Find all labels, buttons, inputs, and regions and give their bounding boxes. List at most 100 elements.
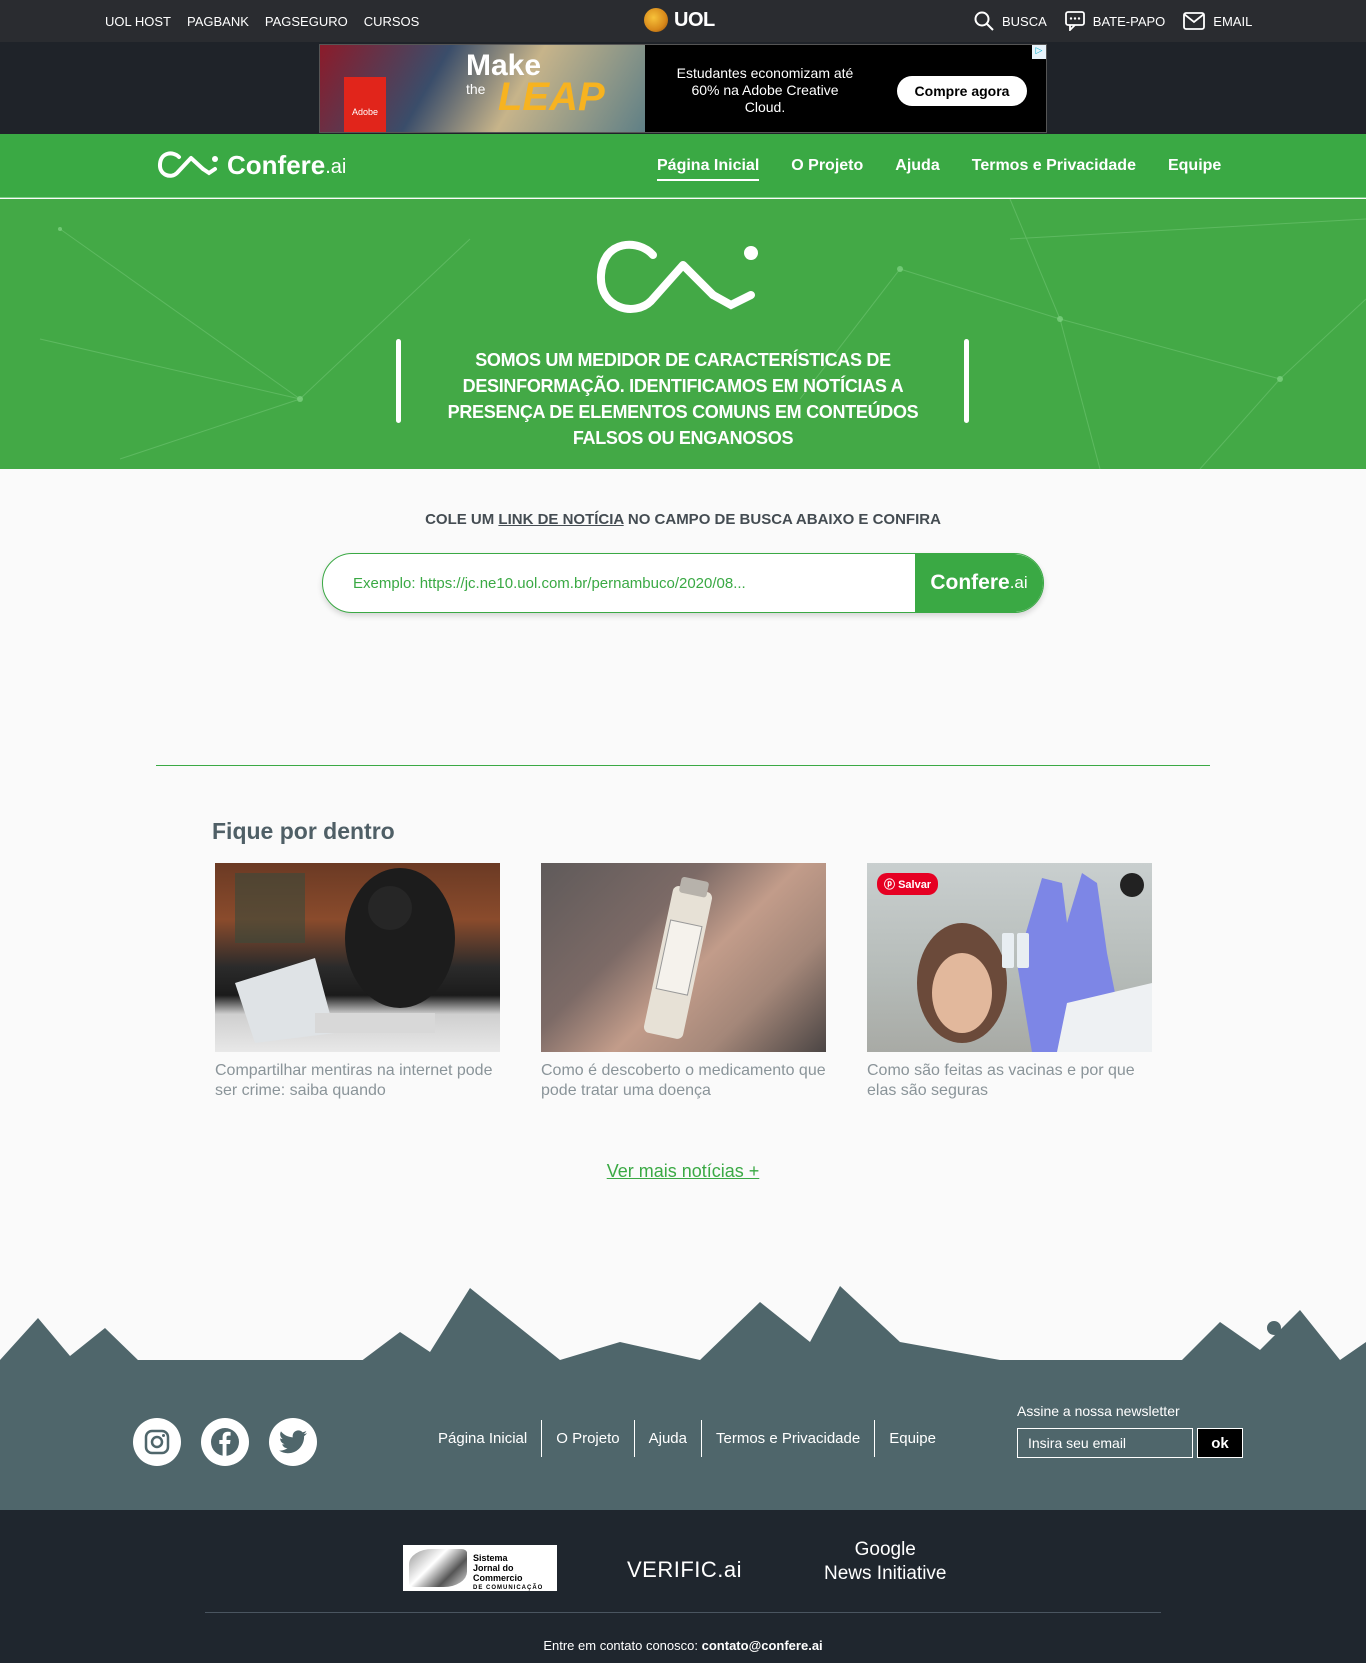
facebook-link[interactable]: [201, 1418, 249, 1466]
search-prompt: COLE UM LINK DE NOTÍCIA NO CAMPO DE BUSC…: [0, 511, 1366, 528]
hacker-illustration: [235, 868, 455, 1043]
pinterest-icon: ⓟ: [884, 879, 895, 891]
jc-line1: Sistema: [473, 1553, 508, 1563]
confere-logo-word: Confere: [227, 149, 326, 180]
footer-links: Página Inicial O Projeto Ajuda Termos e …: [424, 1420, 950, 1457]
footer-divider: [205, 1612, 1161, 1613]
news-thumbnail-medicine[interactable]: [541, 863, 826, 1052]
cursos-link[interactable]: CURSOS: [364, 14, 420, 29]
visual-search-icon[interactable]: [1120, 873, 1144, 897]
contact-line: Entre em contato conosco: contato@confer…: [0, 1638, 1366, 1653]
footer-project-link[interactable]: O Projeto: [542, 1420, 635, 1457]
uol-search-button[interactable]: BUSCA: [974, 11, 1047, 31]
footer-main: Página Inicial O Projeto Ajuda Termos e …: [0, 1360, 1366, 1510]
gni-line1: Google: [854, 1539, 916, 1560]
uol-search-label: BUSCA: [1002, 13, 1047, 29]
pinterest-save-button[interactable]: ⓟ Salvar: [877, 873, 939, 895]
prompt-link[interactable]: LINK DE NOTÍCIA: [498, 511, 623, 528]
news-card[interactable]: Compartilhar mentiras na internet pode s…: [215, 863, 500, 1101]
search-icon: [974, 11, 994, 31]
vial-illustration: [643, 876, 713, 1039]
site-nav: Confere .ai Página Inicial O Projeto Ajud…: [0, 134, 1366, 198]
adobe-ad-banner[interactable]: Adobe Make the LEAP Estudantes economiza…: [319, 44, 1047, 133]
more-news-link[interactable]: Ver mais notícias +: [0, 1161, 1366, 1182]
newsletter-submit-button[interactable]: ok: [1197, 1428, 1243, 1458]
uol-ball-icon: [644, 8, 668, 32]
newsletter-label: Assine a nossa newsletter: [1017, 1403, 1180, 1419]
footer-team-link[interactable]: Equipe: [875, 1420, 950, 1457]
jc-swoosh-icon: [409, 1549, 467, 1587]
contact-label: Entre em contato conosco:: [543, 1638, 698, 1653]
footer-terms-link[interactable]: Termos e Privacidade: [702, 1420, 876, 1457]
nav-help[interactable]: Ajuda: [895, 157, 939, 181]
news-caption[interactable]: Como são feitas as vacinas e por que ela…: [867, 1061, 1152, 1101]
newsletter-email-input[interactable]: [1017, 1428, 1193, 1458]
mountains-decoration: [0, 1286, 1366, 1362]
nav-project[interactable]: O Projeto: [791, 157, 863, 181]
news-card[interactable]: ⓟ Salvar Como são feitas as vacinas e po…: [867, 863, 1152, 1101]
verific-logo[interactable]: VERIFIC.ai: [627, 1557, 742, 1583]
hero-tagline: SOMOS UM MEDIDOR DE CARACTERÍSTICAS DE D…: [447, 350, 919, 448]
news-section-title: Fique por dentro: [212, 818, 395, 844]
uol-left-links: UOL HOST PAGBANK PAGSEGURO CURSOS: [105, 14, 419, 29]
adobe-logo-text: Adobe: [351, 107, 379, 117]
twitter-icon: [279, 1430, 307, 1454]
instagram-icon: [144, 1429, 170, 1455]
uol-logo[interactable]: UOL: [644, 8, 715, 32]
chat-icon: [1064, 11, 1085, 31]
prompt-after: NO CAMPO DE BUSCA ABAIXO E CONFIRA: [627, 511, 941, 528]
news-card[interactable]: Como é descoberto o medicamento que pode…: [541, 863, 826, 1101]
nav-team[interactable]: Equipe: [1168, 157, 1221, 181]
pinterest-save-label: Salvar: [898, 879, 932, 891]
ad-headline-the: the: [466, 81, 486, 97]
confere-submit-button[interactable]: Confere .ai: [915, 554, 1043, 612]
mail-icon: [1183, 12, 1206, 30]
news-link-input[interactable]: [323, 554, 916, 612]
hero-left-bar: [396, 339, 401, 423]
adchoices-icon[interactable]: ▷: [1032, 45, 1046, 59]
nav-links: Página Inicial O Projeto Ajuda Termos e …: [657, 157, 1221, 181]
google-news-initiative-logo[interactable]: Google News Initiative: [824, 1538, 947, 1586]
adobe-logo: Adobe: [344, 77, 386, 132]
footer-home-link[interactable]: Página Inicial: [424, 1420, 543, 1457]
confere-logo[interactable]: Confere .ai: [157, 149, 346, 181]
footer-bottom: Sistema Jornal do Commercio DE COMUNICAÇ…: [0, 1510, 1366, 1663]
uol-top-bar: UOL HOST PAGBANK PAGSEGURO CURSOS UOL BU…: [0, 0, 1366, 42]
gni-line2: News Initiative: [824, 1563, 947, 1584]
news-caption[interactable]: Compartilhar mentiras na internet pode s…: [215, 1061, 500, 1101]
ad-band: Adobe Make the LEAP Estudantes economiza…: [0, 42, 1366, 134]
news-thumbnail-hacker[interactable]: [215, 863, 500, 1052]
hero-section: SOMOS UM MEDIDOR DE CARACTERÍSTICAS DE D…: [0, 199, 1366, 469]
facebook-icon: [211, 1428, 239, 1456]
uol-chat-label: BATE-PAPO: [1092, 13, 1166, 29]
footer-help-link[interactable]: Ajuda: [635, 1420, 702, 1457]
pagseguro-link[interactable]: PAGSEGURO: [265, 14, 348, 29]
jc-line3: DE COMUNICAÇÃO: [473, 1585, 544, 1591]
confere-logo-suffix: .ai: [325, 155, 347, 178]
submit-button-word: Confere: [930, 571, 1010, 594]
pagbank-link[interactable]: PAGBANK: [187, 14, 249, 29]
ad-copy: Estudantes economizam até 60% na Adobe C…: [676, 65, 854, 115]
instagram-link[interactable]: [133, 1418, 181, 1466]
confere-hero-mark-icon: [596, 240, 758, 313]
jc-line2: Jornal do Commercio: [473, 1563, 523, 1583]
uol-email-label: EMAIL: [1213, 13, 1253, 29]
news-thumbnail-vaccine[interactable]: ⓟ Salvar: [867, 863, 1152, 1052]
news-link-search: Confere.ai: [322, 553, 1044, 613]
news-caption[interactable]: Como é descoberto o medicamento que pode…: [541, 1061, 826, 1101]
uol-logo-text: UOL: [674, 8, 715, 31]
uol-right-links: BUSCA BATE-PAPO EMAIL: [974, 11, 1252, 31]
submit-button-suffix: .ai: [1009, 573, 1028, 592]
nav-home[interactable]: Página Inicial: [657, 157, 760, 181]
twitter-link[interactable]: [269, 1418, 317, 1466]
contact-email-link[interactable]: contato@confere.ai: [702, 1638, 823, 1653]
confere-mark-icon: [157, 151, 218, 178]
hero-right-bar: [964, 339, 969, 423]
jornal-do-commercio-logo[interactable]: Sistema Jornal do Commercio DE COMUNICAÇ…: [403, 1545, 557, 1591]
uol-chat-button[interactable]: BATE-PAPO: [1064, 11, 1166, 31]
nav-terms[interactable]: Termos e Privacidade: [972, 157, 1136, 181]
uol-host-link[interactable]: UOL HOST: [105, 14, 171, 29]
ad-cta-button[interactable]: Compre agora: [897, 76, 1027, 106]
ad-headline-leap: LEAP: [498, 75, 605, 119]
uol-email-button[interactable]: EMAIL: [1183, 12, 1252, 30]
